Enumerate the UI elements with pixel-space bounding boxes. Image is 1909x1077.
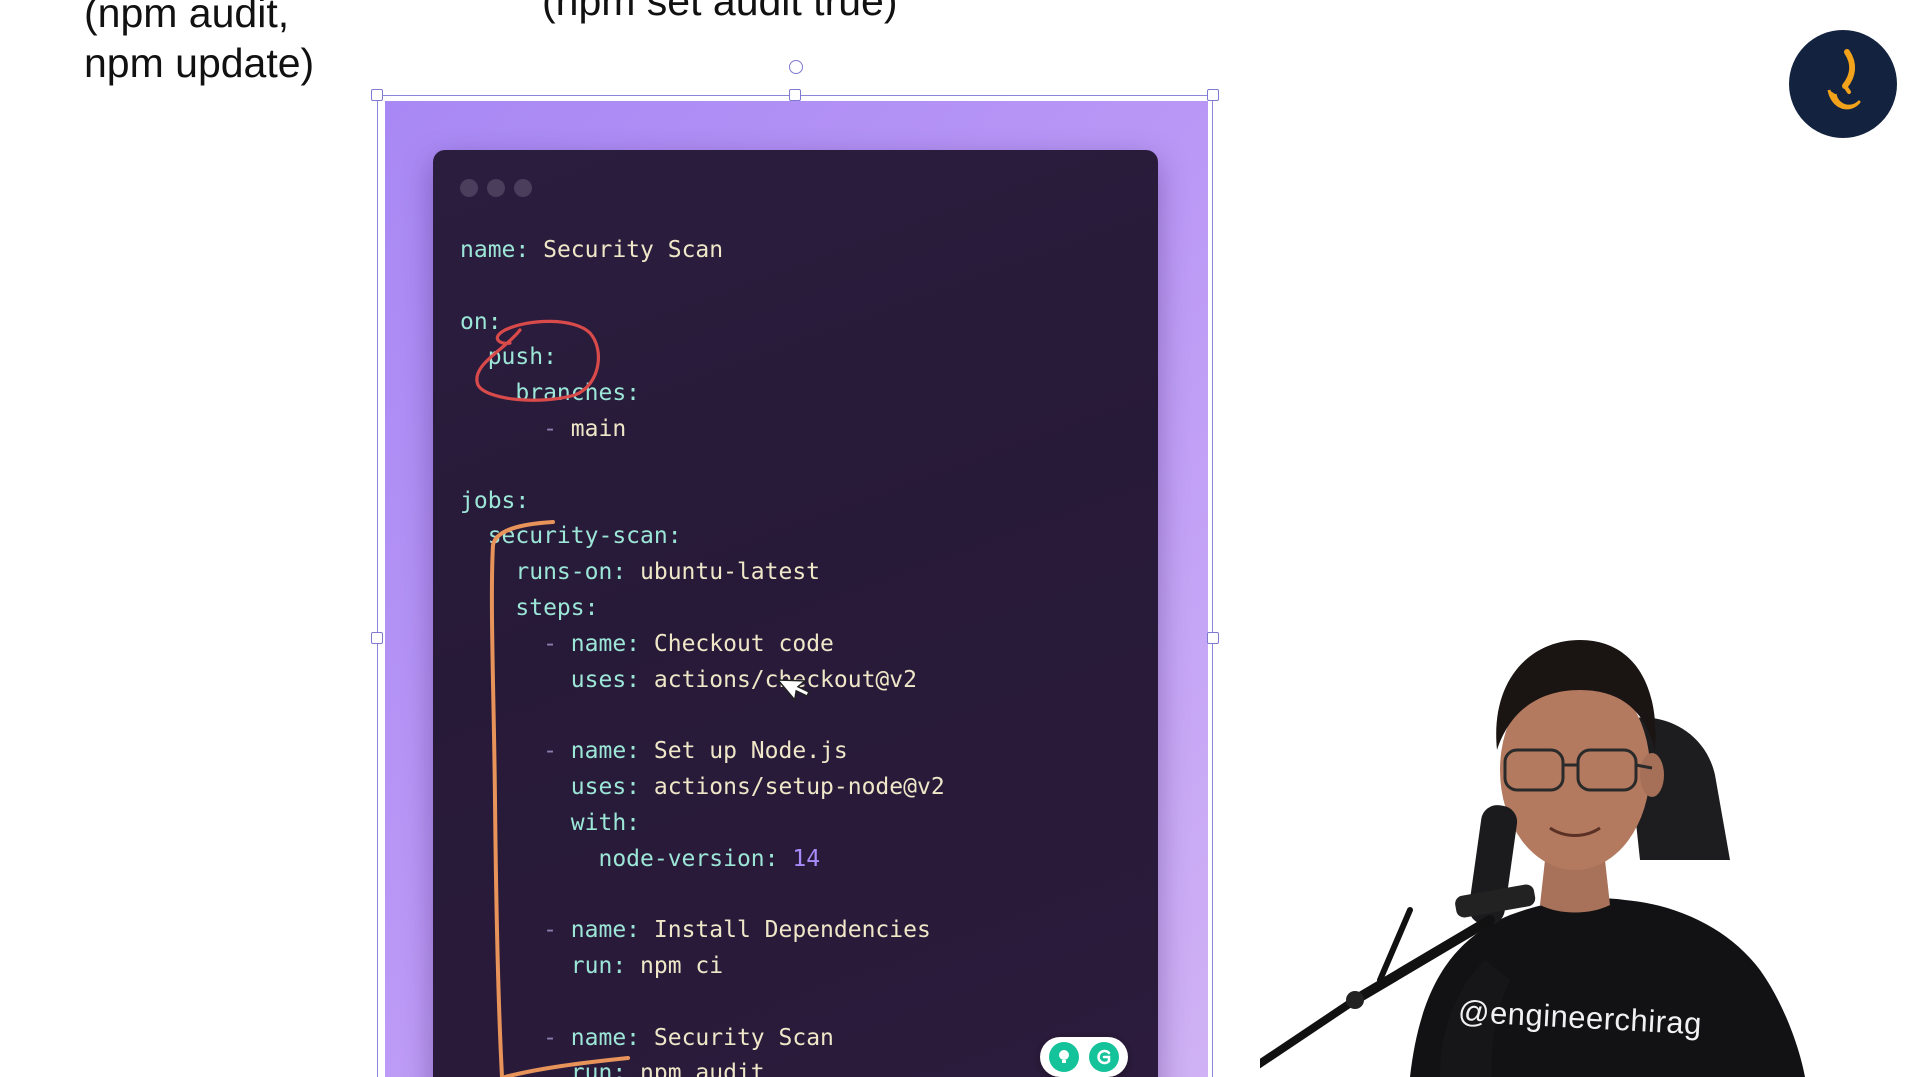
- rotate-handle[interactable]: [789, 60, 803, 74]
- lightbulb-icon[interactable]: [1049, 1042, 1080, 1072]
- selection-frame: [377, 95, 1213, 1077]
- note-npm-audit-update: (npm audit, npm update): [84, 0, 314, 88]
- note-left-line-1: (npm audit,: [84, 0, 290, 36]
- resize-handle-mid-left[interactable]: [371, 632, 383, 644]
- resize-handle-top-right[interactable]: [1207, 89, 1219, 101]
- resize-handle-mid-right[interactable]: [1207, 632, 1219, 644]
- channel-logo-icon: [1789, 30, 1897, 138]
- note-left-line-2: npm update): [84, 40, 315, 86]
- resize-handle-top-center[interactable]: [789, 89, 801, 101]
- resize-handle-top-left[interactable]: [371, 89, 383, 101]
- screen: (npm audit, npm update) (npm set audit t…: [0, 0, 1909, 1077]
- note-npm-set-audit: (npm set audit true): [542, 0, 898, 24]
- grammarly-g-icon[interactable]: [1088, 1042, 1119, 1072]
- grammarly-badge[interactable]: [1040, 1037, 1128, 1077]
